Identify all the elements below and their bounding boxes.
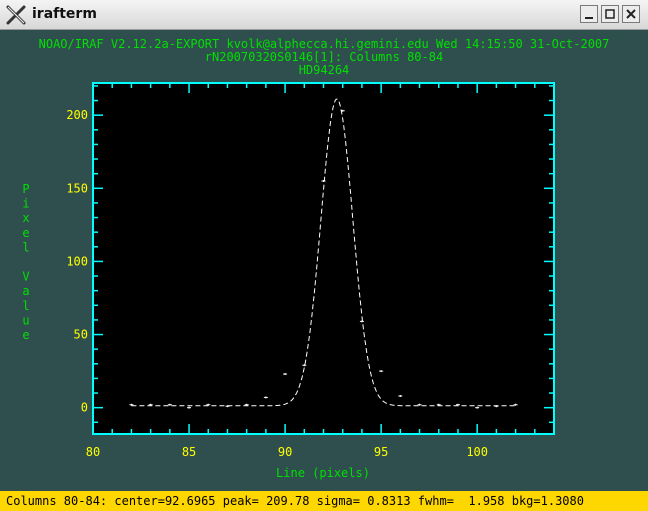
x-tick-label: 100 [466,445,488,459]
y-axis-label-char: l [22,240,29,254]
x-tick-label: 80 [86,445,100,459]
maximize-button[interactable] [601,5,619,23]
x-tick-label: 85 [182,445,196,459]
x-tick-label: 90 [278,445,292,459]
status-bar: Columns 80-84: center=92.6965 peak= 209.… [0,491,648,511]
y-axis-label-char: e [22,328,29,342]
y-tick-label: 200 [66,108,88,122]
close-button[interactable] [622,5,640,23]
maximize-icon [605,9,615,19]
graphics-terminal[interactable]: NOAO/IRAF V2.12.2a-EXPORT kvolk@alphecca… [0,30,648,491]
y-tick-label: 50 [74,328,88,342]
y-axis-label-char: V [22,270,29,284]
y-tick-label: 0 [81,401,88,415]
y-axis-label-char: e [22,226,29,240]
plot-canvas: 80 85 90 95 100 0 50 100 150 200 Line (pixels) P… [22,82,555,480]
y-axis-label-char: a [22,284,29,298]
plot-area [93,83,554,434]
y-axis-label-char: x [22,211,29,225]
x-tick-label: 95 [374,445,388,459]
minimize-button[interactable] [580,5,598,23]
y-axis-label-char: u [22,313,29,327]
y-tick-label: 100 [66,254,88,268]
x-axis-label: Line (pixels) [276,466,370,480]
window-title: irafterm [32,6,97,22]
y-tick-label: 150 [66,181,88,195]
close-icon [626,9,636,19]
y-axis-label-char: i [22,197,29,211]
window-titlebar[interactable]: irafterm [0,0,648,30]
y-axis-label: PixelValue [22,182,29,342]
y-axis-label-char: l [22,299,29,313]
minimize-icon [585,17,593,19]
y-axis-label-char: P [22,182,29,196]
x-logo-icon[interactable] [6,5,26,25]
